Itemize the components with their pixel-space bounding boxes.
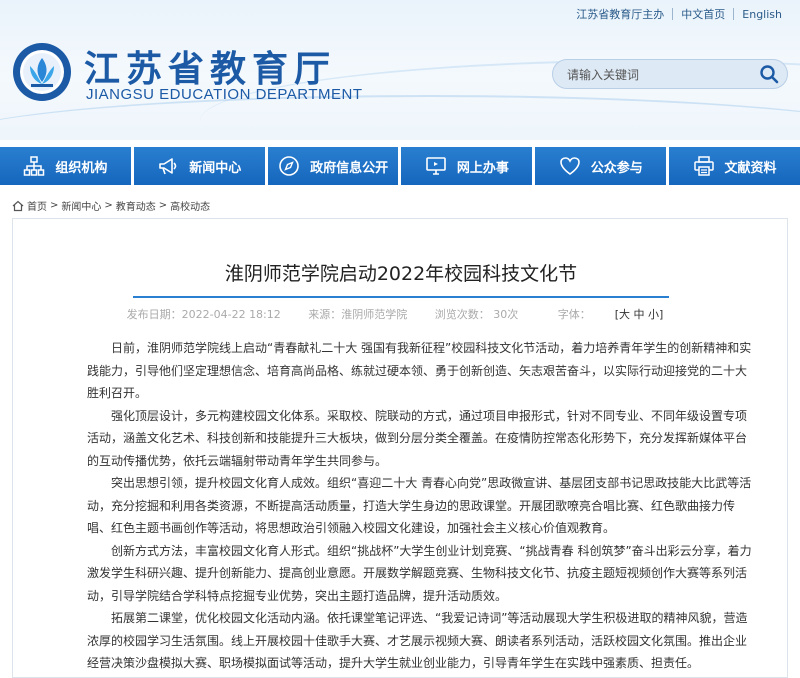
breadcrumb: 首页 > 新闻中心 > 教育动态 > 高校动态 [12,198,210,213]
article-paragraph: 日前，淮阴师范学院线上启动“青春献礼二十大 强国有我新征程”校园科技文化节活动，… [87,341,752,400]
font-size-label: 字体： [557,308,591,321]
search-input[interactable] [565,64,749,86]
breadcrumb-separator: > [50,200,59,211]
title-divider [133,296,669,298]
article-container: 淮阴师范学院启动2022年校园科技文化节 发布日期：2022-04-22 18:… [12,218,788,678]
monitor-icon [426,157,446,175]
nav-item-gov-info[interactable]: 政府信息公开 [267,147,399,185]
article-title: 淮阴师范学院启动2022年校园科技文化节 [224,263,578,285]
article-source: 来源：淮阴师范学院 [308,308,408,321]
site-header: 江苏省教育厅主办 中文首页 English 江苏省教育厅 JIANGSU EDU… [0,0,800,140]
compass-icon [279,156,299,176]
emblem-logo-icon[interactable] [12,42,72,102]
nav-item-public-participation[interactable]: 公众参与 [535,147,667,185]
megaphone-icon [159,158,177,175]
home-icon [12,200,24,211]
article-meta: 发布日期：2022-04-22 18:12 来源：淮阴师范学院 浏览次数： 30… [13,306,789,322]
article-paragraph: 强化顶层设计，多元构建校园文化体系。采取校、院联动的方式，通过项目申报形式，针对… [87,408,748,468]
site-name-cn[interactable]: 江苏省教育厅 [84,40,336,92]
nav-item-online-service[interactable]: 网上办事 [401,147,533,185]
nav-label: 文献资料 [724,160,777,176]
nav-label: 组织机构 [55,160,108,176]
publish-date: 发布日期：2022-04-22 18:12 [126,308,281,321]
printer-icon [693,156,714,176]
chinese-home-link[interactable]: 中文首页 [673,6,733,22]
nav-label: 新闻中心 [189,160,242,176]
search-icon[interactable] [759,64,779,84]
view-count: 浏览次数： 30次 [434,308,519,321]
breadcrumb-news-center[interactable]: 新闻中心 [61,198,101,213]
breadcrumb-separator: > [104,200,113,211]
article-body: 日前，淮阴师范学院线上启动“青春献礼二十大 强国有我新征程”校园科技文化节活动，… [87,337,755,675]
breadcrumb-university-news[interactable]: 高校动态 [170,198,210,213]
nav-label: 政府信息公开 [310,160,389,176]
article-paragraph: 拓展第二课堂，优化校园文化活动内涵。依托课堂笔记评选、“我爱记诗词”等活动展现大… [87,611,748,670]
font-size-control: 字体： [大 中 小] [546,308,676,321]
search-box [552,59,788,89]
english-link[interactable]: English [734,8,790,21]
nav-label: 公众参与 [590,160,643,176]
heart-icon [559,157,580,175]
article-paragraph: 创新方式方法，丰富校园文化育人形式。组织“挑战杯”大学生创业计划竞赛、“挑战青春… [87,543,752,603]
breadcrumb-home[interactable]: 首页 [27,198,47,213]
breadcrumb-separator: > [158,200,168,211]
org-chart-icon [24,156,45,176]
nav-item-documents[interactable]: 文献资料 [669,147,800,185]
font-size-switch[interactable]: [大 中 小] [615,308,664,321]
nav-label: 网上办事 [456,160,509,176]
article-paragraph: 突出思想引领，提升校园文化育人成效。组织“喜迎二十大 青春心向党”思政微宣讲、基… [87,476,752,535]
main-nav: 组织机构 新闻中心 政府信息公开 网上办事 公众参与 文献资料 [0,147,800,185]
host-label: 江苏省教育厅主办 [576,8,665,21]
nav-item-org[interactable]: 组织机构 [0,147,131,185]
site-name-en: JIANGSU EDUCATION DEPARTMENT [86,86,363,103]
breadcrumb-edu-news[interactable]: 教育动态 [116,198,156,213]
nav-item-news[interactable]: 新闻中心 [133,147,265,185]
top-links: 江苏省教育厅主办 中文首页 English [568,6,790,22]
